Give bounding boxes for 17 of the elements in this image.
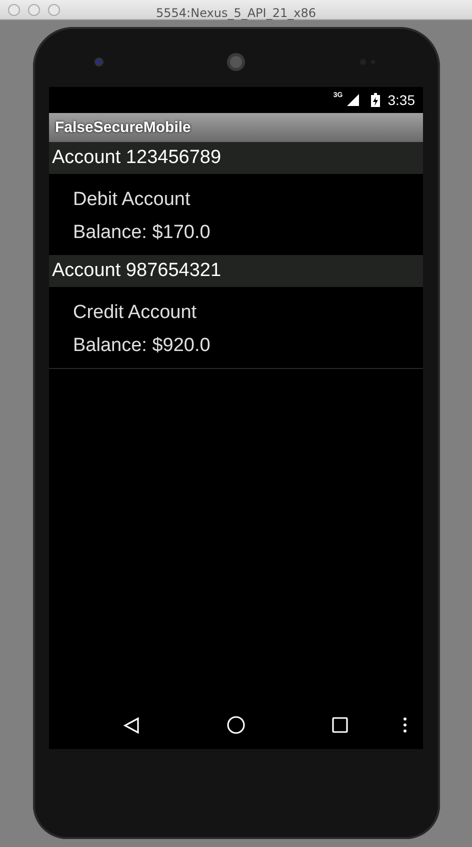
back-icon[interactable] xyxy=(123,716,140,734)
app-title: FalseSecureMobile xyxy=(49,113,423,142)
account-type: Debit Account xyxy=(73,188,192,212)
battery-icon xyxy=(370,93,380,107)
signal-icon xyxy=(346,94,359,106)
account-balance: Balance: $920.0 xyxy=(73,334,212,358)
account-header[interactable]: Account 987654321 xyxy=(49,255,423,287)
recents-icon[interactable] xyxy=(332,717,348,733)
account-header[interactable]: Account 123456789 xyxy=(49,142,423,174)
window-title: 5554:Nexus_5_API_21_x86 xyxy=(156,6,316,20)
clock-time: 3:35 xyxy=(388,90,415,110)
overflow-menu-icon[interactable] xyxy=(403,717,407,733)
speaker-icon xyxy=(227,53,245,71)
account-type: Credit Account xyxy=(73,301,198,325)
camera-icon xyxy=(94,57,104,67)
account-balance: Balance: $170.0 xyxy=(73,221,212,245)
home-icon[interactable] xyxy=(227,716,245,734)
